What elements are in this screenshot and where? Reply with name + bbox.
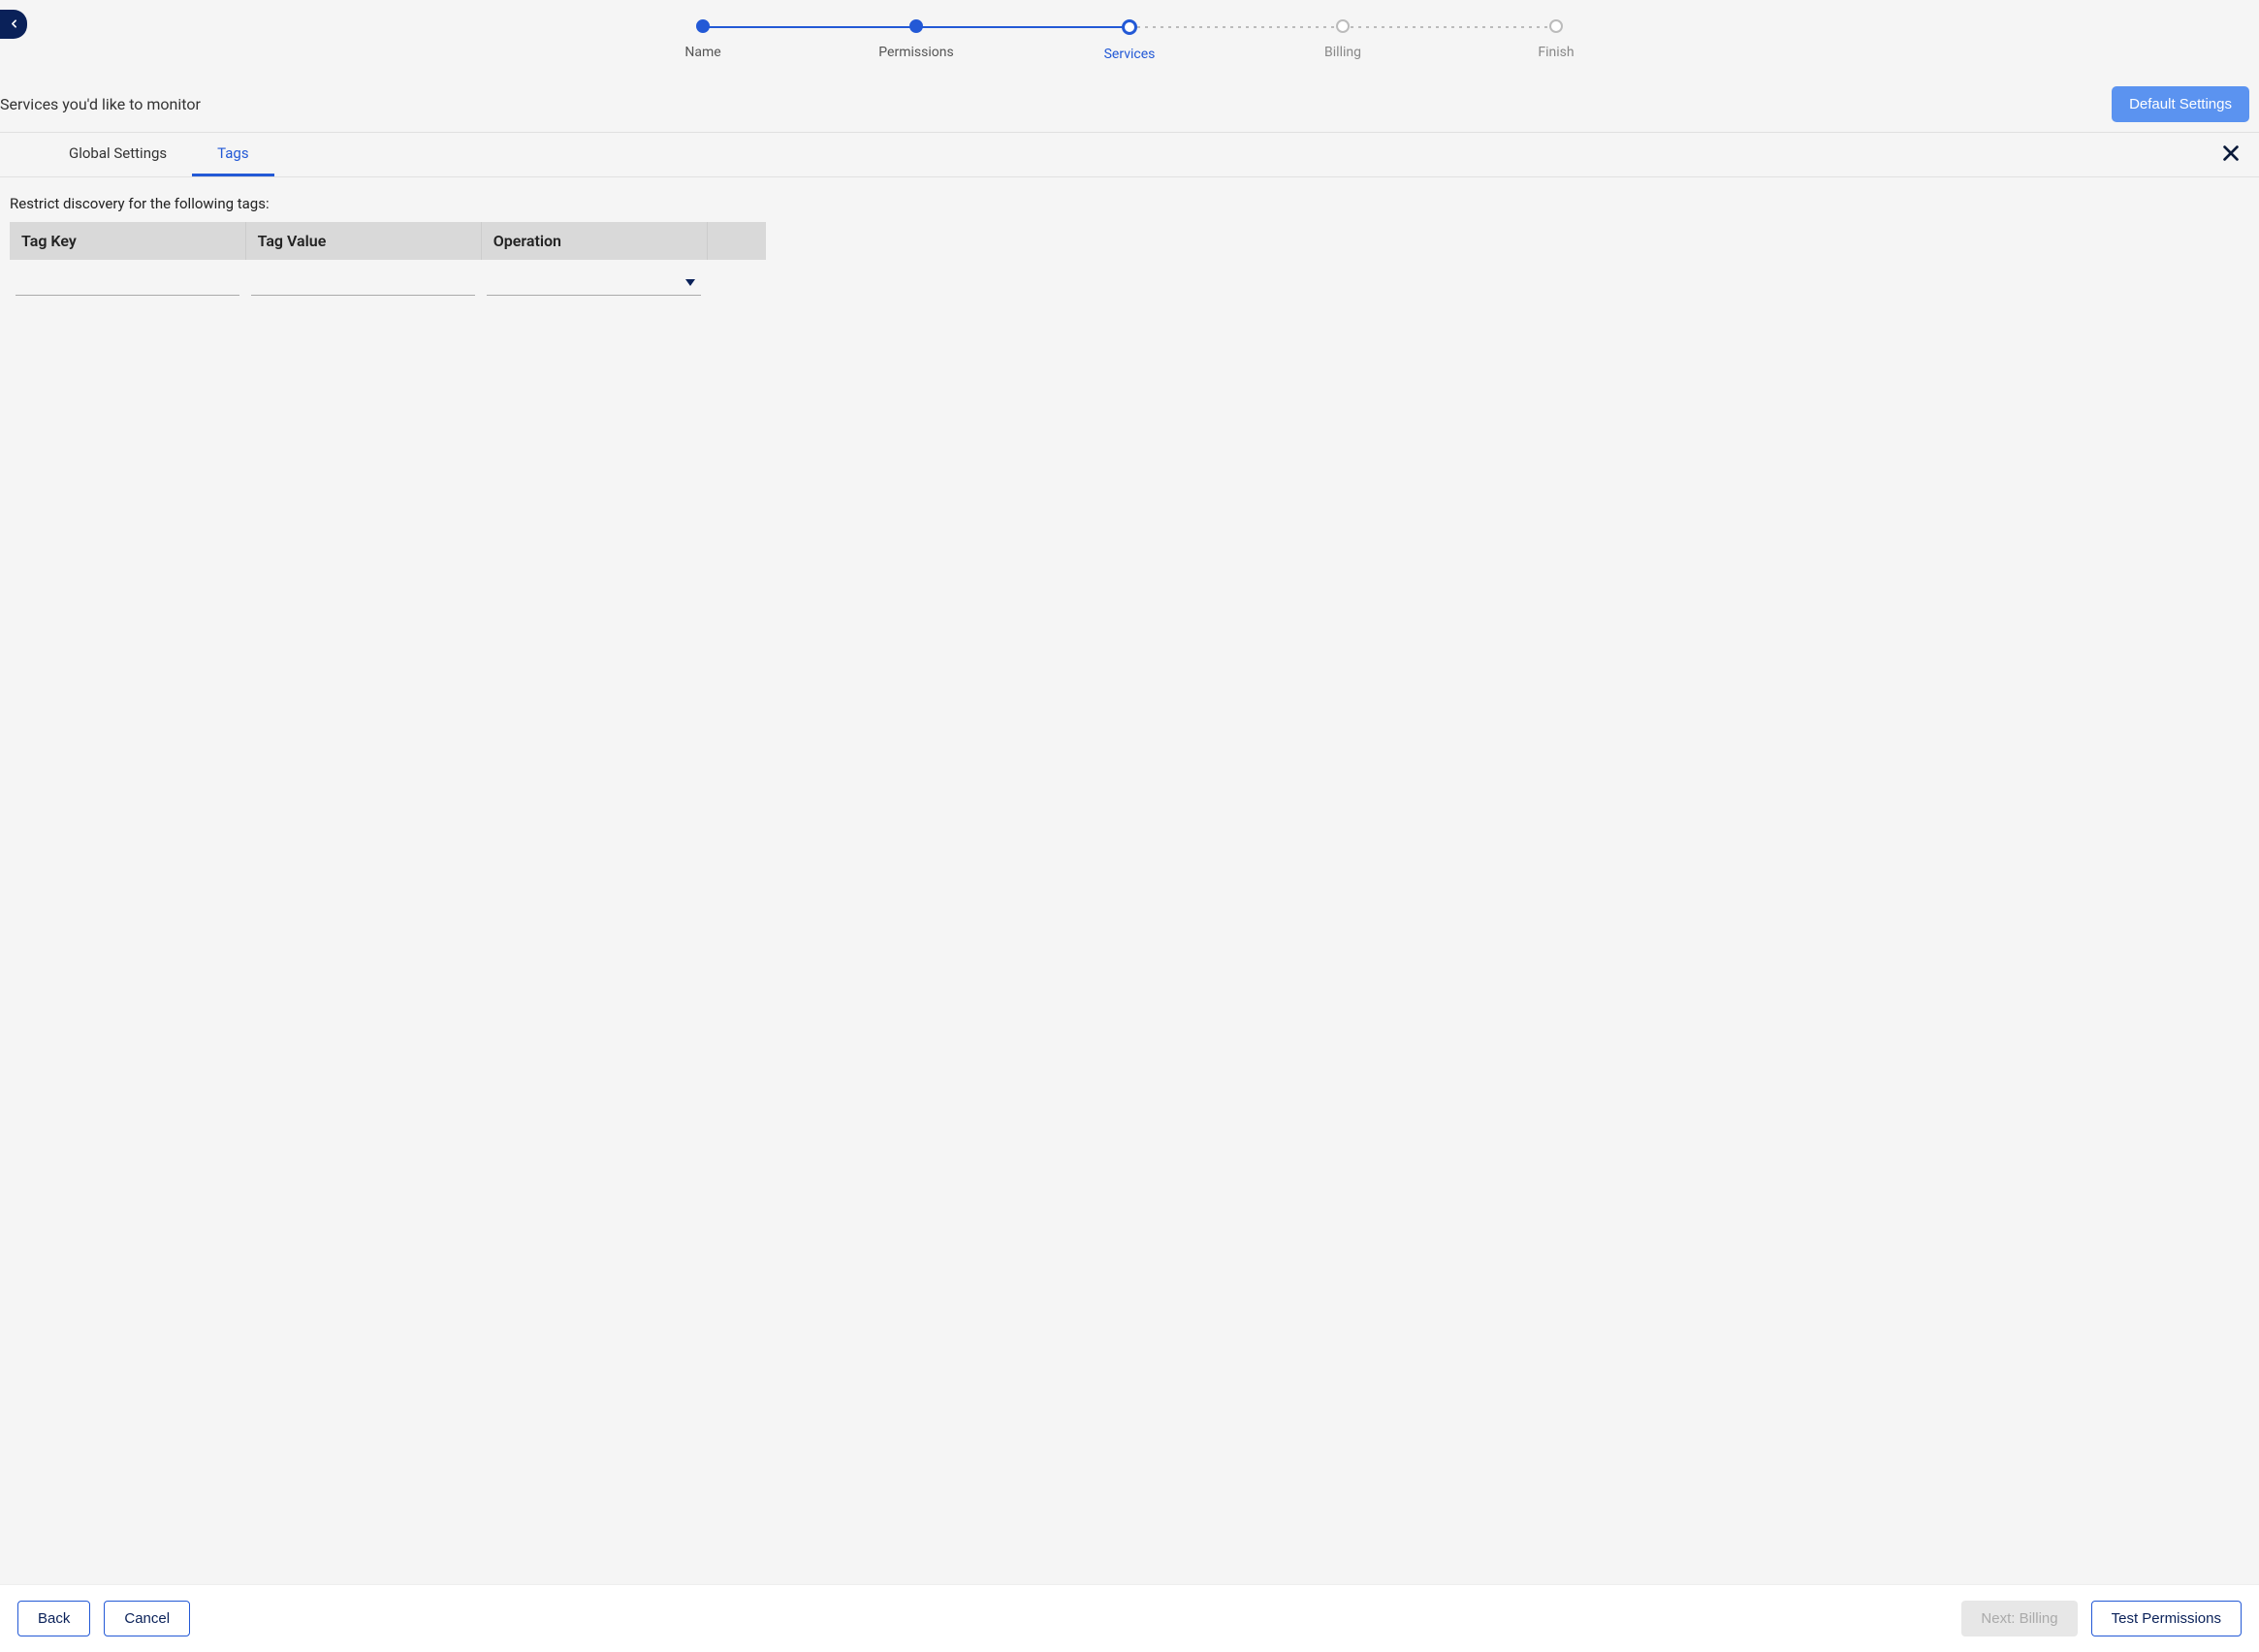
tab-tags[interactable]: Tags — [192, 133, 273, 176]
step-name: Name — [596, 19, 810, 60]
tag-key-input[interactable] — [16, 268, 239, 296]
close-tabs-button[interactable] — [2220, 143, 2242, 168]
step-connector — [916, 26, 1130, 28]
step-connector — [1343, 26, 1556, 28]
close-icon — [2220, 149, 2242, 168]
step-label: Finish — [1538, 45, 1574, 60]
step-dot-icon — [1122, 19, 1137, 35]
content-area: Restrict discovery for the following tag… — [0, 177, 2259, 1584]
page-title: Services you'd like to monitor — [0, 95, 201, 113]
subheader-row: Services you'd like to monitor Default S… — [0, 86, 2259, 133]
operation-select[interactable] — [487, 268, 701, 296]
tags-table: Tag Key Tag Value Operation — [10, 222, 766, 296]
column-header-tag-value: Tag Value — [245, 222, 481, 260]
step-label: Billing — [1324, 45, 1361, 60]
stepper: Name Permissions Services Billing Finish — [0, 0, 2259, 86]
back-button[interactable]: Back — [17, 1601, 90, 1636]
step-connector — [1130, 26, 1343, 28]
step-dot-icon — [696, 19, 710, 33]
step-label: Name — [684, 45, 720, 60]
default-settings-button[interactable]: Default Settings — [2112, 86, 2249, 122]
step-dot-icon — [1549, 19, 1563, 33]
step-connector — [703, 26, 916, 28]
footer-bar: Back Cancel Next: Billing Test Permissio… — [0, 1584, 2259, 1652]
table-row — [10, 260, 766, 296]
restrict-discovery-text: Restrict discovery for the following tag… — [10, 195, 2249, 212]
next-billing-button: Next: Billing — [1961, 1601, 2077, 1636]
step-label: Permissions — [878, 45, 953, 60]
step-label: Services — [1104, 47, 1156, 62]
step-dot-icon — [909, 19, 923, 33]
column-header-operation: Operation — [481, 222, 707, 260]
tabs-bar: Global Settings Tags — [0, 133, 2259, 177]
cancel-button[interactable]: Cancel — [104, 1601, 190, 1636]
tab-global-settings[interactable]: Global Settings — [44, 133, 192, 176]
chevron-left-icon — [8, 16, 20, 34]
column-header-tag-key: Tag Key — [10, 222, 245, 260]
tag-value-input[interactable] — [251, 268, 475, 296]
step-dot-icon — [1336, 19, 1350, 33]
column-header-action — [707, 222, 766, 260]
test-permissions-button[interactable]: Test Permissions — [2091, 1601, 2242, 1636]
back-chevron-tab[interactable] — [0, 10, 27, 39]
